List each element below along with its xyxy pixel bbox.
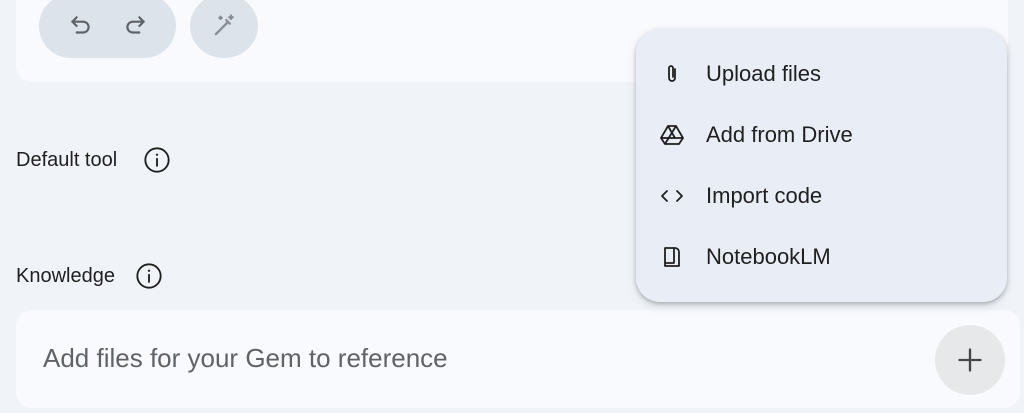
menu-item-label: Upload files — [706, 61, 821, 86]
undo-redo-group — [39, 0, 176, 58]
menu-item-label: Import code — [706, 183, 823, 208]
add-files-menu: Upload files Add from Drive Import code — [636, 29, 1007, 302]
undo-icon[interactable] — [68, 13, 94, 39]
info-icon[interactable] — [135, 262, 163, 290]
menu-item-label: NotebookLM — [706, 244, 831, 269]
code-icon — [656, 184, 688, 208]
knowledge-row: Knowledge — [16, 262, 163, 290]
info-icon[interactable] — [143, 146, 171, 174]
plus-icon — [956, 346, 984, 374]
default-tool-row: Default tool — [16, 146, 171, 174]
menu-item-import-code[interactable]: Import code — [636, 168, 1007, 224]
redo-icon[interactable] — [122, 13, 148, 39]
default-tool-label: Default tool — [16, 148, 118, 171]
drive-icon — [656, 123, 688, 147]
add-files-button[interactable] — [935, 325, 1005, 395]
knowledge-box[interactable]: Add files for your Gem to reference — [16, 310, 1020, 408]
menu-item-upload-files[interactable]: Upload files — [636, 46, 1007, 102]
menu-item-notebooklm[interactable]: NotebookLM — [636, 229, 1007, 285]
menu-item-label: Add from Drive — [706, 122, 853, 147]
knowledge-label: Knowledge — [16, 264, 115, 287]
magic-wand-icon — [210, 12, 238, 40]
menu-item-add-from-drive[interactable]: Add from Drive — [636, 107, 1007, 163]
notebook-icon — [656, 244, 688, 270]
paperclip-icon — [656, 62, 688, 86]
knowledge-placeholder: Add files for your Gem to reference — [43, 343, 448, 373]
